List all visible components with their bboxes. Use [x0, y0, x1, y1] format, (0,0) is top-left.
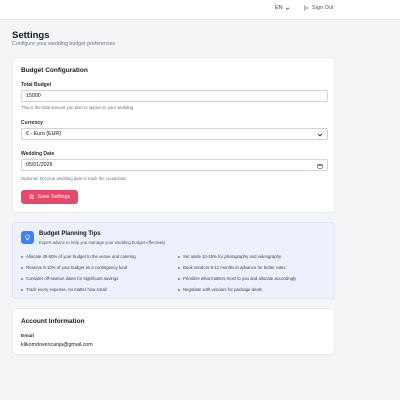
chevron-down-icon [317, 133, 323, 137]
tips-title: Budget Planning Tips [39, 231, 101, 237]
bullet-icon [178, 266, 180, 269]
bullet-icon [178, 288, 180, 291]
total-budget-help: This is the total amount you plan to spe… [21, 105, 134, 110]
page-subtitle: Configure your wedding budget preference… [12, 41, 116, 47]
chevron-down-icon [285, 7, 289, 10]
page-title: Settings [12, 30, 50, 41]
tip-item: Set aside 10-15% for photography and vid… [178, 254, 281, 259]
budget-tips-card: Budget Planning Tips Expert advice to he… [12, 222, 335, 299]
top-bar: EN Sign Out [0, 0, 400, 20]
bullet-icon [21, 255, 23, 258]
total-budget-label: Total Budget [21, 82, 52, 88]
bullet-icon [21, 277, 23, 280]
bullet-icon [178, 255, 180, 258]
currency-value: € - Euro (EUR) [26, 131, 62, 137]
tip-text: Negotiate with vendors for package deals [183, 287, 262, 292]
currency-select[interactable]: € - Euro (EUR) [21, 128, 328, 140]
lightbulb-icon [21, 231, 34, 244]
language-label: EN [275, 5, 283, 11]
account-information-title: Account Information [21, 318, 85, 325]
bullet-icon [21, 288, 23, 291]
total-budget-value: 15000 [26, 93, 41, 99]
total-budget-input[interactable]: 15000 [21, 90, 328, 102]
tip-item: Reserve 5-10% of your budget as a contin… [21, 265, 127, 270]
tip-text: Reserve 5-10% of your budget as a contin… [26, 265, 128, 270]
save-settings-button[interactable]: Save Settings [21, 190, 78, 204]
wedding-date-label: Wedding Date [21, 151, 55, 157]
currency-label: Currency [21, 120, 43, 126]
save-icon [29, 194, 34, 200]
save-settings-label: Save Settings [37, 194, 71, 200]
wedding-date-help: Optional: Set your wedding date to track… [21, 176, 127, 181]
tip-text: Track every expense, no matter how small [26, 287, 107, 292]
tip-text: Prioritize what matters most to you and … [183, 276, 297, 281]
language-selector[interactable]: EN [275, 5, 290, 11]
sign-out-button[interactable]: Sign Out [303, 5, 333, 11]
tip-text: Set aside 10-15% for photography and vid… [183, 254, 282, 259]
tip-item: Track every expense, no matter how small [21, 287, 107, 292]
wedding-date-value: 05/01/2026 [26, 162, 53, 168]
tip-item: Allocate 40-50% of your budget to the ve… [21, 254, 136, 259]
tip-item: Book vendors 9-12 months in advance for … [178, 265, 285, 270]
budget-configuration-card: Budget Configuration Total Budget 15000 … [12, 57, 335, 213]
email-value: klikomdovencanja@gmail.com [21, 342, 93, 348]
email-label: Email [21, 334, 34, 339]
sign-out-icon [304, 5, 309, 11]
sign-out-label: Sign Out [312, 5, 334, 11]
wedding-date-input[interactable]: 05/01/2026 [21, 159, 328, 171]
tip-item: Prioritize what matters most to you and … [178, 276, 296, 281]
calendar-icon[interactable] [317, 163, 323, 169]
tip-text: Consider off-season dates for significan… [26, 276, 119, 281]
tip-text: Book vendors 9-12 months in advance for … [183, 265, 286, 270]
tip-item: Negotiate with vendors for package deals [178, 287, 262, 292]
tip-text: Allocate 40-50% of your budget to the ve… [26, 254, 136, 259]
bullet-icon [21, 266, 23, 269]
tip-item: Consider off-season dates for significan… [21, 276, 118, 281]
bullet-icon [178, 277, 180, 280]
account-information-card: Account Information Email klikomdovencan… [12, 308, 335, 355]
tips-subtitle: Expert advice to help you manage your we… [39, 240, 166, 245]
budget-configuration-title: Budget Configuration [21, 67, 88, 74]
